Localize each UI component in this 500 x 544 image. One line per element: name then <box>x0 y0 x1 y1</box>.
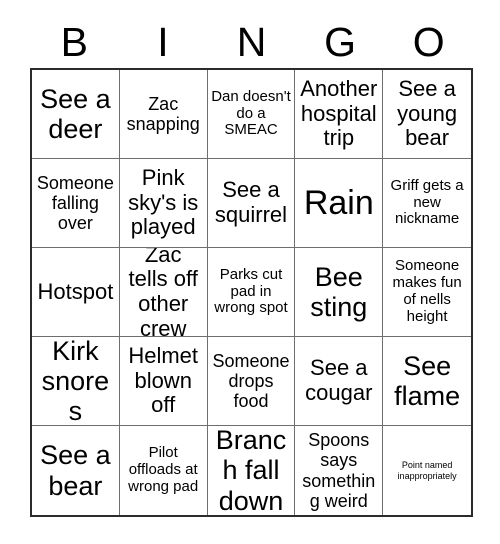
bingo-cell[interactable]: Someone drops food <box>207 337 296 426</box>
bingo-header-letter-b: B <box>60 18 88 65</box>
bingo-cell-label: Parks cut pad in wrong spot <box>214 265 288 317</box>
bingo-cell-label: See flame <box>394 350 461 411</box>
bingo-cell-label: See a bear <box>40 440 111 501</box>
bingo-cell[interactable]: Bee sting <box>295 248 384 337</box>
bingo-cell[interactable]: Pink sky's is played <box>119 159 208 248</box>
bingo-cell[interactable]: Hotspot <box>32 248 120 337</box>
bingo-cell[interactable]: Dan doesn't do a SMEAC <box>207 70 296 159</box>
bingo-cell-label: Rain <box>303 183 374 222</box>
bingo-cell-label: Pink sky's is played <box>128 165 199 240</box>
bingo-cell-label: Helmet blown off <box>128 343 199 418</box>
bingo-cell-label: Hotspot <box>37 278 114 304</box>
bingo-cell-label: Kirk snores <box>41 337 110 426</box>
bingo-header-letter-g: G <box>324 18 357 65</box>
bingo-cell-label: Pilot offloads at wrong pad <box>128 444 199 495</box>
bingo-cell-label: Dan doesn't do a SMEAC <box>211 87 291 139</box>
bingo-cell[interactable]: See flame <box>383 337 471 426</box>
bingo-cell[interactable]: Pilot offloads at wrong pad <box>119 426 208 515</box>
bingo-cell-label: Zac snapping <box>126 93 200 134</box>
bingo-cell-label: See a deer <box>40 83 111 144</box>
bingo-cell-label: Someone drops food <box>212 350 290 412</box>
bingo-cell-label: See a young bear <box>397 76 458 151</box>
bingo-cell[interactable]: Point named inappropriately <box>383 426 471 515</box>
bingo-header-row: B I N G O <box>30 16 473 68</box>
bingo-cell[interactable]: See a young bear <box>383 70 471 159</box>
bingo-cell[interactable]: Parks cut pad in wrong spot <box>207 248 296 337</box>
bingo-cell-label: Branch fall down <box>215 426 287 515</box>
bingo-cell[interactable]: Zac snapping <box>119 70 208 159</box>
bingo-cell[interactable]: Griff gets a new nickname <box>383 159 471 248</box>
bingo-cell-label: Zac tells off other crew <box>128 248 198 337</box>
bingo-cell-label: Someone falling over <box>36 172 114 234</box>
bingo-cell[interactable]: Branch fall down <box>207 426 296 515</box>
bingo-cell[interactable]: See a squirrel <box>207 159 296 248</box>
bingo-cell[interactable]: Kirk snores <box>32 337 120 426</box>
bingo-cell-label: Bee sting <box>310 261 368 322</box>
bingo-grid: See a deer Zac snapping Dan doesn't do a… <box>30 68 473 517</box>
bingo-header-letter-o: O <box>412 18 445 65</box>
bingo-cell[interactable]: Another hospital trip <box>295 70 384 159</box>
bingo-cell-label: See a squirrel <box>214 177 288 227</box>
bingo-cell[interactable]: See a cougar <box>295 337 384 426</box>
bingo-header-letter-i: I <box>157 18 169 65</box>
bingo-cell-label: See a cougar <box>305 355 373 405</box>
bingo-cell[interactable]: Rain <box>295 159 384 248</box>
bingo-cell-label: Griff gets a new nickname <box>390 176 464 228</box>
bingo-cell[interactable]: See a bear <box>32 426 120 515</box>
bingo-header-letter-n: N <box>236 18 267 65</box>
bingo-cell[interactable]: Someone makes fun of nells height <box>383 248 471 337</box>
bingo-cell[interactable]: Helmet blown off <box>119 337 208 426</box>
bingo-cell[interactable]: Zac tells off other crew <box>119 248 208 337</box>
bingo-cell-label: Point named inappropriately <box>397 460 457 481</box>
bingo-cell[interactable]: Someone falling over <box>32 159 120 248</box>
bingo-cell-label: Another hospital trip <box>300 76 378 151</box>
bingo-card: B I N G O See a deer Zac snapping Dan do… <box>0 0 500 544</box>
bingo-cell[interactable]: Spoons says something weird <box>295 426 384 515</box>
bingo-cell[interactable]: See a deer <box>32 70 120 159</box>
bingo-cell-label: Someone makes fun of nells height <box>392 257 462 325</box>
bingo-cell-label: Spoons says something weird <box>302 430 376 511</box>
